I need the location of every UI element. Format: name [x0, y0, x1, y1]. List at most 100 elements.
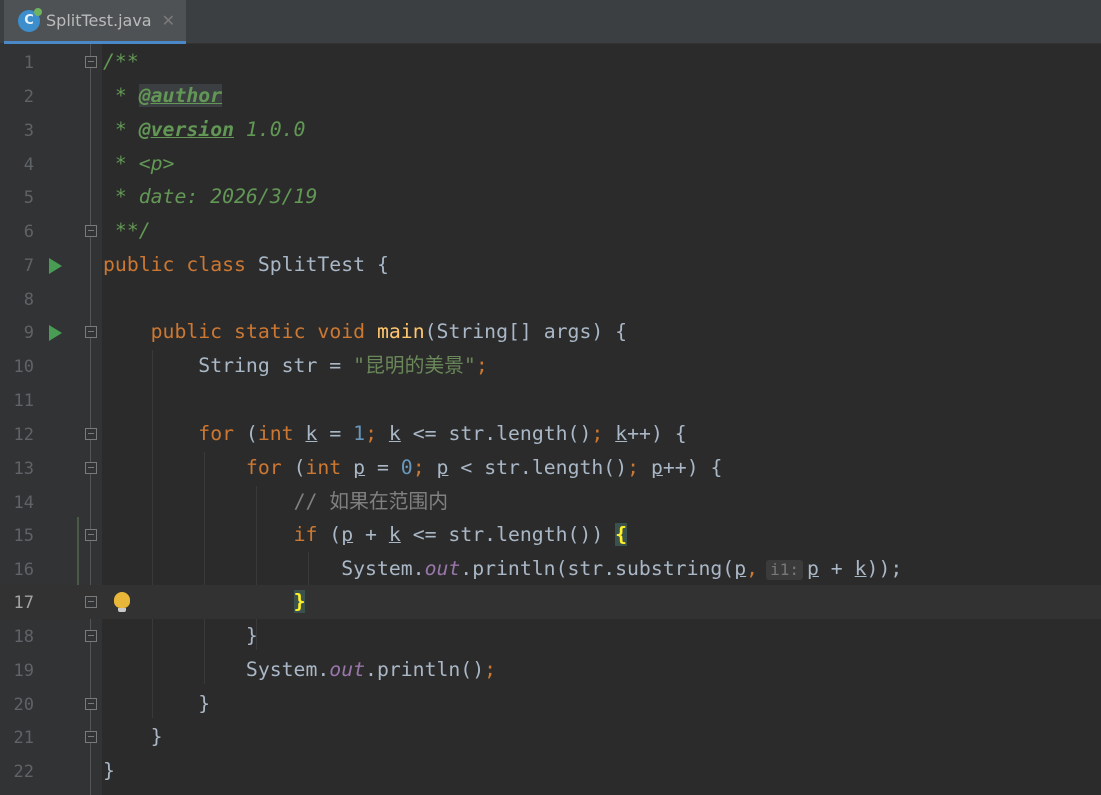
fold-icon[interactable]	[85, 529, 97, 541]
variable: k	[854, 557, 867, 580]
parameter-hint: i1:	[766, 560, 803, 580]
line-number: 17	[13, 593, 34, 613]
line-number: 19	[13, 661, 34, 681]
brace: }	[198, 692, 211, 715]
line-number: 13	[13, 459, 34, 479]
line-number: 18	[13, 627, 34, 647]
code-line-11: 11	[0, 383, 1101, 417]
code-line-10: 10 String str = "昆明的美景";	[0, 349, 1101, 383]
run-icon[interactable]	[49, 325, 62, 341]
class-ref: System.	[245, 658, 330, 681]
number: 0	[400, 456, 413, 479]
fold-icon[interactable]	[85, 56, 97, 68]
fold-icon[interactable]	[85, 596, 97, 608]
keyword: for	[245, 456, 282, 479]
semicolon: ;	[484, 658, 497, 681]
keyword: public	[103, 253, 175, 276]
comment: *	[103, 118, 139, 141]
paren: (	[234, 422, 258, 445]
variable: k	[615, 422, 628, 445]
operator: <	[448, 456, 485, 479]
keyword: if	[293, 523, 318, 546]
fold-icon[interactable]	[85, 225, 97, 237]
code-line-12: 12 for (int k = 1; k <= str.length(); k+…	[0, 417, 1101, 451]
code-line-22: 22 }	[0, 754, 1101, 788]
operator: =	[317, 422, 354, 445]
brace: }	[245, 624, 258, 647]
line-number: 22	[13, 762, 34, 782]
matched-brace: {	[615, 523, 628, 546]
method-params: (String[] args) {	[424, 320, 628, 343]
close-icon[interactable]: ✕	[162, 11, 175, 30]
class-declaration: SplitTest {	[245, 253, 389, 276]
method-name: main	[376, 320, 425, 343]
javadoc-tag: @author	[138, 84, 223, 107]
line-number: 11	[13, 391, 34, 411]
fold-icon[interactable]	[85, 326, 97, 338]
variable: p	[436, 456, 449, 479]
line-number: 20	[13, 695, 34, 715]
brace: }	[103, 759, 115, 782]
code-line-2: 2 * @author	[0, 79, 1101, 113]
keyword: static	[234, 320, 306, 343]
variable: p	[353, 456, 366, 479]
call: .println(str.substring(	[460, 557, 735, 580]
code-line-7: 7 public class SplitTest {	[0, 248, 1101, 282]
fold-icon[interactable]	[85, 428, 97, 440]
static-field: out	[424, 557, 461, 580]
keyword: class	[186, 253, 246, 276]
tab-title: SplitTest.java	[46, 11, 152, 30]
semicolon: ;	[475, 354, 488, 377]
fold-icon[interactable]	[85, 731, 97, 743]
code-line-13: 13 for (int p = 0; p < str.length(); p++…	[0, 451, 1101, 485]
code-line-18: 18 }	[0, 619, 1101, 653]
variable: k	[388, 422, 401, 445]
variable: p	[806, 557, 819, 580]
line-number: 9	[23, 323, 34, 343]
line-number: 16	[13, 560, 34, 580]
code-line-1: 1 /**	[0, 45, 1101, 79]
line-number: 2	[23, 87, 34, 107]
code-line-14: 14 // 如果在范围内	[0, 485, 1101, 519]
operator: +	[353, 523, 389, 546]
comment: 1.0.0	[234, 118, 306, 141]
comment: * date: 2026/3/19	[103, 185, 318, 208]
variable: k	[305, 422, 318, 445]
line-number: 6	[23, 222, 34, 242]
editor-tab-bar: C SplitTest.java ✕	[0, 0, 1101, 44]
variable: k	[388, 523, 401, 546]
operator: +	[818, 557, 855, 580]
line-number: 4	[23, 155, 34, 175]
comment: **/	[103, 219, 151, 242]
fold-icon[interactable]	[85, 462, 97, 474]
code-line-6: 6 **/	[0, 214, 1101, 248]
fold-icon[interactable]	[85, 630, 97, 642]
line-number: 1	[23, 53, 34, 73]
matched-brace: }	[293, 590, 306, 613]
javadoc-tag: @version	[138, 118, 235, 141]
variable: p	[341, 523, 354, 546]
declaration: String str =	[198, 354, 354, 377]
call-end: ));	[866, 557, 903, 580]
number: 1	[353, 422, 366, 445]
code-line-4: 4 * <p>	[0, 147, 1101, 181]
operator: <=	[400, 422, 449, 445]
line-number: 14	[13, 493, 34, 513]
code-line-5: 5 * date: 2026/3/19	[0, 180, 1101, 214]
comment: *	[103, 84, 139, 107]
keyword: for	[198, 422, 235, 445]
tab-splittest-java[interactable]: C SplitTest.java ✕	[4, 0, 186, 44]
code-line-16: 16 System.out.println(str.substring(p, i1…	[0, 552, 1101, 586]
line-number: 10	[13, 357, 34, 377]
code-line-21: 21 }	[0, 720, 1101, 754]
fold-icon[interactable]	[85, 698, 97, 710]
keyword: public	[150, 320, 223, 343]
run-icon[interactable]	[49, 258, 62, 274]
comment: /**	[103, 50, 139, 73]
code-line-9: 9 public static void main(String[] args)…	[0, 315, 1101, 349]
keyword: int	[305, 456, 342, 479]
code-line-8: 8	[0, 282, 1101, 316]
line-number: 7	[23, 256, 34, 276]
line-number: 15	[13, 526, 34, 546]
increment: ++) {	[627, 422, 687, 445]
